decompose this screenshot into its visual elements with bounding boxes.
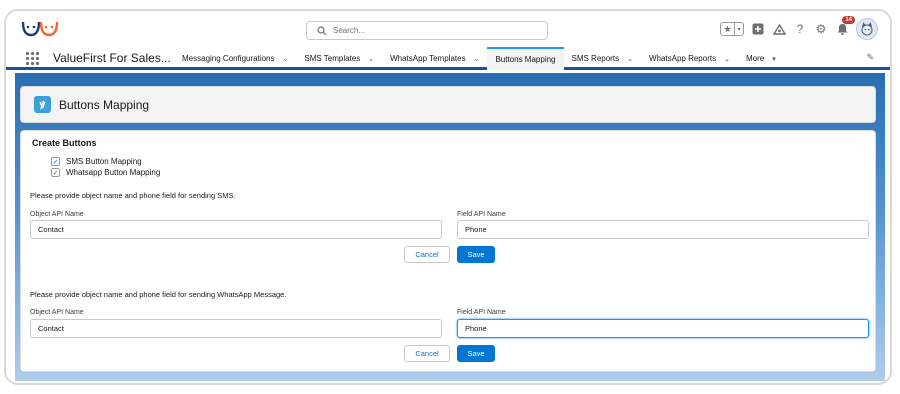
notification-bell-icon[interactable]: 14 (835, 16, 855, 36)
whatsapp-object-api-name-label: Object API Name (30, 309, 84, 316)
whatsapp-cancel-button[interactable]: Cancel (404, 345, 450, 362)
tab-whatsapp-templates[interactable]: WhatsApp Templates ⌄ (382, 47, 487, 70)
chevron-down-icon[interactable]: ⌄ (283, 55, 289, 63)
tab-whatsapp-reports[interactable]: WhatsApp Reports ⌄ (641, 47, 738, 70)
whatsapp-save-button[interactable]: Save (457, 345, 495, 362)
whatsapp-field-api-name-label: Field API Name (457, 309, 506, 316)
global-header: Search... ★ ▾ ? ⚙ 14 (6, 11, 890, 47)
sms-cancel-button[interactable]: Cancel (404, 246, 450, 263)
tab-label: More (745, 54, 765, 63)
sms-field-api-name-label: Field API Name (457, 211, 506, 218)
chevron-down-icon[interactable]: ⌄ (627, 55, 633, 63)
trailhead-icon[interactable] (772, 22, 786, 36)
sms-section-note: Please provide object name and phone fie… (30, 191, 236, 200)
checkmark-icon[interactable]: ✓ (51, 157, 60, 166)
search-placeholder: Search... (333, 26, 366, 35)
app-logo[interactable] (20, 18, 60, 40)
tab-label: Buttons Mapping (495, 55, 556, 64)
global-search[interactable]: Search... (306, 21, 548, 40)
gear-icon[interactable]: ⚙ (814, 22, 828, 36)
sms-object-api-name-input[interactable]: Contact (30, 220, 442, 239)
tab-sms-reports[interactable]: SMS Reports ⌄ (564, 47, 641, 70)
tab-label: SMS Reports (571, 54, 620, 63)
add-icon[interactable] (751, 22, 765, 36)
page-title: Buttons Mapping (59, 97, 150, 112)
whatsapp-button-mapping-checkbox[interactable]: ✓ Whatsapp Button Mapping (51, 168, 160, 177)
app-window: Search... ★ ▾ ? ⚙ 14 ValueFirst For Sale… (4, 9, 892, 385)
sms-field-api-name-input[interactable]: Phone (457, 220, 869, 239)
page-header: ꝟ Buttons Mapping (20, 86, 876, 123)
tab-label: Messaging Configurations (182, 54, 275, 63)
sms-button-mapping-checkbox[interactable]: ✓ SMS Button Mapping (51, 157, 142, 166)
tab-more[interactable]: More ▾ (738, 47, 784, 70)
tab-messaging-configurations[interactable]: Messaging Configurations ⌄ (174, 47, 296, 70)
nav-tabs: Messaging Configurations ⌄ SMS Templates… (174, 47, 784, 70)
checkmark-icon[interactable]: ✓ (51, 168, 60, 177)
chevron-down-icon[interactable]: ⌄ (474, 55, 480, 63)
tab-label: SMS Templates (304, 54, 361, 63)
chevron-down-icon[interactable]: ⌄ (724, 55, 730, 63)
whatsapp-section-note: Please provide object name and phone fie… (30, 290, 287, 299)
tab-label: WhatsApp Reports (648, 54, 717, 63)
edit-nav-pencil-icon[interactable]: ✎ (866, 52, 874, 63)
whatsapp-field-api-name-input[interactable]: Phone (457, 319, 869, 338)
help-icon[interactable]: ? (793, 22, 807, 36)
notification-badge: 14 (842, 16, 855, 24)
caret-down-icon[interactable]: ▾ (772, 55, 776, 63)
app-launcher-icon[interactable] (26, 52, 39, 65)
search-icon (317, 25, 327, 35)
tab-buttons-mapping[interactable]: Buttons Mapping (487, 47, 564, 70)
whatsapp-object-api-name-input[interactable]: Contact (30, 319, 442, 338)
tab-sms-templates[interactable]: SMS Templates ⌄ (296, 47, 382, 70)
header-icons: ★ ▾ ? ⚙ 14 (720, 16, 878, 41)
create-buttons-card: Create Buttons ✓ SMS Button Mapping ✓ Wh… (20, 130, 876, 372)
favorites-button[interactable]: ★ ▾ (720, 22, 744, 36)
tab-label: WhatsApp Templates (390, 54, 466, 63)
star-icon[interactable]: ★ (721, 23, 734, 35)
sms-save-button[interactable]: Save (457, 246, 495, 263)
card-title: Create Buttons (32, 138, 97, 148)
app-name: ValueFirst For Sales... (53, 51, 171, 65)
buttons-mapping-icon: ꝟ (34, 96, 51, 113)
favorites-dropdown-icon[interactable]: ▾ (734, 23, 743, 35)
chevron-down-icon[interactable]: ⌄ (368, 55, 374, 63)
checkbox-label: SMS Button Mapping (66, 157, 142, 166)
page-body: ꝟ Buttons Mapping Create Buttons ✓ SMS B… (15, 73, 885, 381)
checkbox-label: Whatsapp Button Mapping (66, 168, 161, 177)
app-nav-bar: ValueFirst For Sales... Messaging Config… (6, 47, 890, 70)
user-avatar[interactable] (856, 18, 878, 40)
sms-object-api-name-label: Object API Name (30, 211, 84, 218)
